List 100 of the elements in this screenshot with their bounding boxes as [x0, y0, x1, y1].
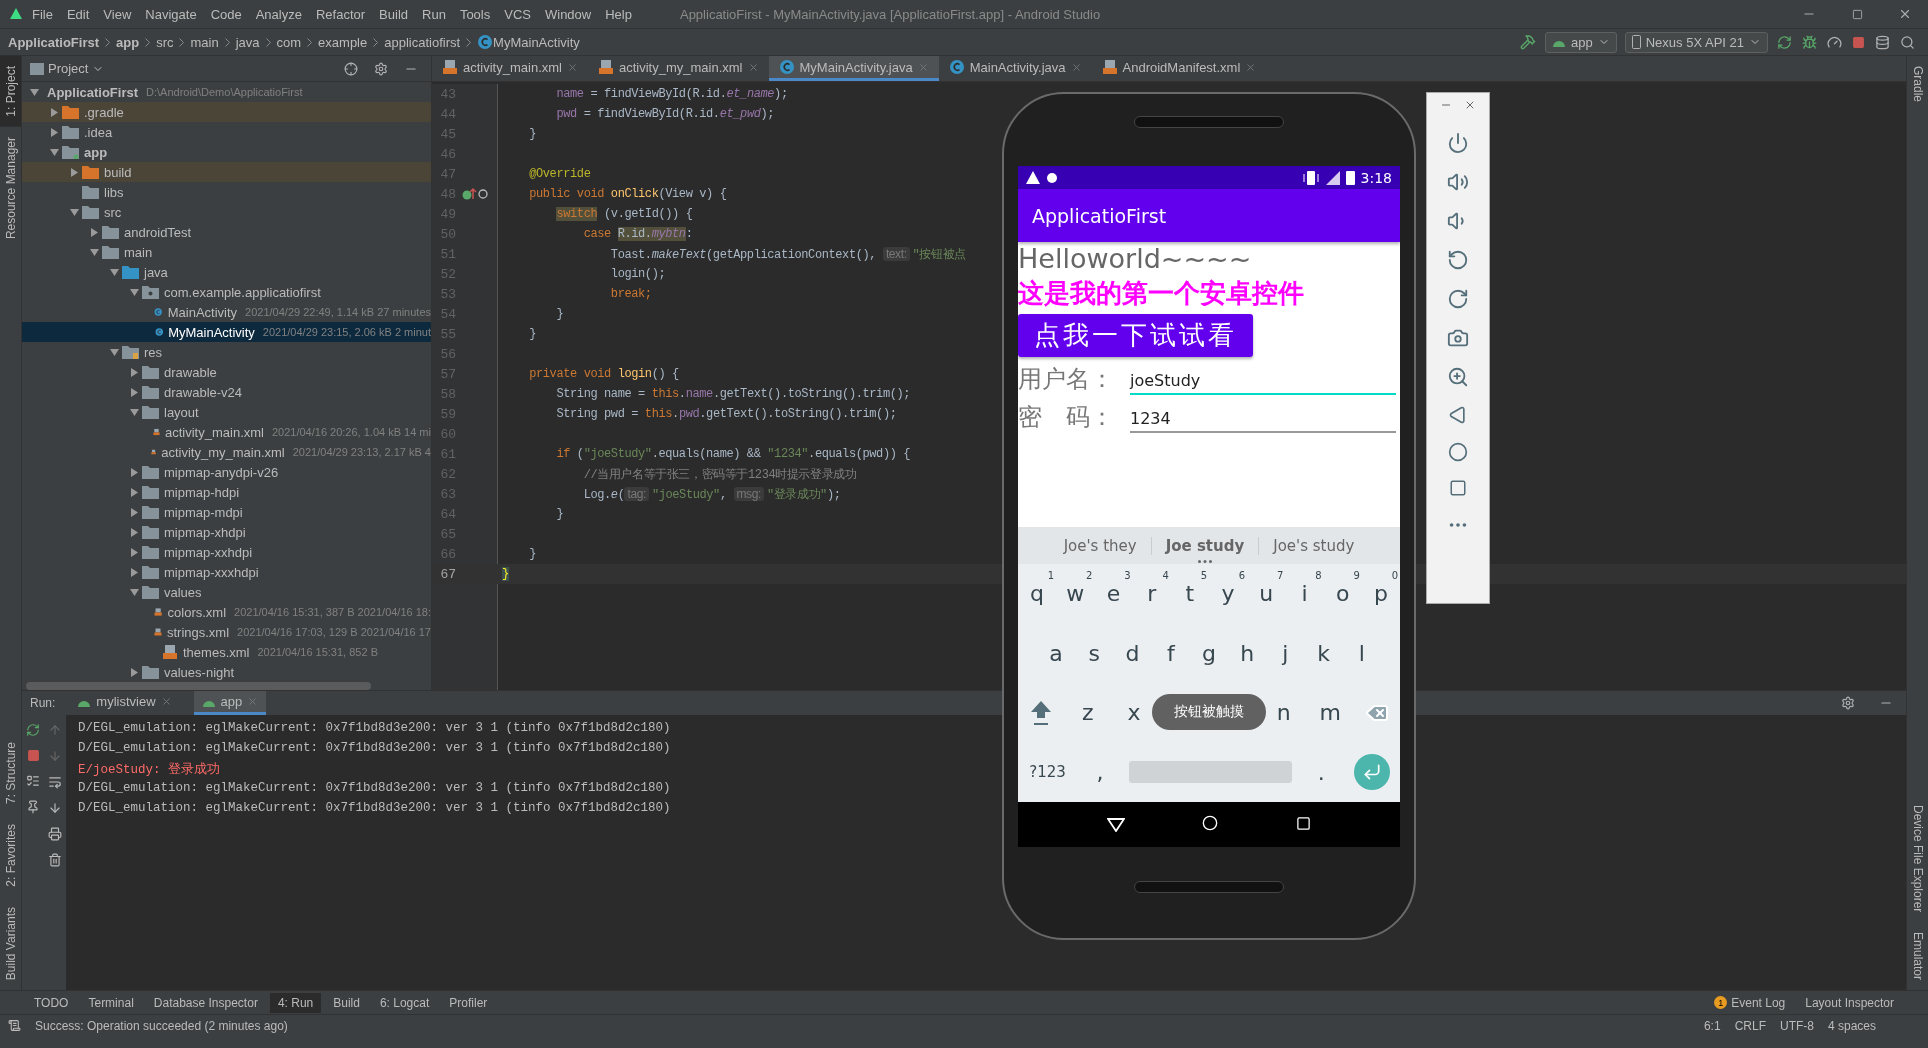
expanded-arrow-icon[interactable]: [89, 247, 99, 257]
keyboard-key[interactable]: i 8: [1285, 564, 1324, 624]
collapsed-arrow-icon[interactable]: [129, 507, 139, 517]
tree-row[interactable]: .gradle: [22, 102, 431, 122]
keyboard-key[interactable]: q 1: [1018, 564, 1057, 624]
expanded-arrow-icon[interactable]: [49, 147, 59, 157]
tool-window-tab[interactable]: Build: [325, 992, 368, 1013]
keyboard-key[interactable]: ?123: [1018, 742, 1078, 802]
try-button[interactable]: 点我一下试试看: [1018, 314, 1253, 357]
override-icon[interactable]: [462, 187, 488, 201]
tree-row[interactable]: values-night: [22, 662, 431, 682]
keyboard-key[interactable]: z: [1064, 683, 1111, 743]
collapsed-arrow-icon[interactable]: [129, 367, 139, 377]
keyboard-key[interactable]: e 3: [1094, 564, 1133, 624]
tool-window-tab[interactable]: Layout Inspector: [1797, 992, 1902, 1013]
tree-row[interactable]: mipmap-xxhdpi: [22, 542, 431, 562]
tree-row[interactable]: java: [22, 262, 431, 282]
tree-row[interactable]: MyMainActivity 2021/04/29 23:15, 2.06 kB 2 minut: [22, 322, 431, 342]
collapsed-arrow-icon[interactable]: [69, 167, 79, 177]
breadcrumb-item[interactable]: java: [235, 34, 260, 50]
collapsed-arrow-icon[interactable]: [129, 467, 139, 477]
breadcrumb-item[interactable]: applicatiofirst: [384, 34, 461, 50]
menu-item[interactable]: Window: [538, 3, 598, 25]
menu-item[interactable]: VCS: [498, 3, 537, 25]
menu-item[interactable]: Refactor: [309, 3, 372, 25]
keyboard-key[interactable]: h: [1228, 623, 1267, 683]
breadcrumb-item[interactable]: com: [276, 34, 302, 50]
tree-row[interactable]: activity_my_main.xml 2021/04/29 23:13, 2.17 kB 4: [22, 442, 431, 462]
keyboard-key[interactable]: u 7: [1247, 564, 1286, 624]
side-tab[interactable]: Gradle: [1907, 56, 1928, 113]
keyboard-key[interactable]: j: [1266, 623, 1305, 683]
side-tab[interactable]: 2: Favorites: [0, 814, 21, 897]
suggestion[interactable]: Joe's study: [1258, 536, 1369, 555]
project-view-dropdown[interactable]: Project: [30, 61, 105, 76]
tool-window-tab[interactable]: Database Inspector: [145, 992, 266, 1013]
tree-row[interactable]: themes.xml 2021/04/16 15:31, 852 B: [22, 642, 431, 662]
input-field[interactable]: joeStudy: [1130, 365, 1396, 395]
keyboard-key[interactable]: ,: [1077, 742, 1123, 802]
tree-row[interactable]: .idea: [22, 122, 431, 142]
menu-item[interactable]: Build: [373, 3, 414, 25]
collapsed-arrow-icon[interactable]: [129, 527, 139, 537]
breadcrumb-item[interactable]: example: [318, 34, 368, 50]
keyboard-key[interactable]: f: [1151, 623, 1190, 683]
tree-row[interactable]: mipmap-hdpi: [22, 482, 431, 502]
tool-window-tab[interactable]: Profiler: [441, 992, 496, 1013]
breadcrumb-item[interactable]: app: [116, 34, 140, 50]
status-item[interactable]: 4 spaces: [1827, 1018, 1876, 1033]
editor-tab[interactable]: MyMainActivity.java: [768, 56, 939, 81]
keyboard-key[interactable]: w 2: [1056, 564, 1095, 624]
tree-row[interactable]: src: [22, 202, 431, 222]
tree-row[interactable]: com.example.applicatiofirst: [22, 282, 431, 302]
tree-row[interactable]: androidTest: [22, 222, 431, 242]
breadcrumb-item[interactable]: main: [190, 34, 219, 50]
suggestion[interactable]: Joe's they: [1049, 536, 1151, 555]
tree-row[interactable]: mipmap-xxxhdpi: [22, 562, 431, 582]
keyboard-key[interactable]: k: [1304, 623, 1343, 683]
tree-row[interactable]: activity_main.xml 2021/04/16 20:26, 1.04 kB 14 mi: [22, 422, 431, 442]
menu-item[interactable]: View: [97, 3, 138, 25]
tree-row[interactable]: res: [22, 342, 431, 362]
status-item[interactable]: CRLF: [1734, 1018, 1766, 1033]
side-tab[interactable]: Device File Explorer: [1907, 794, 1928, 922]
menu-item[interactable]: Help: [599, 3, 638, 25]
collapsed-arrow-icon[interactable]: [129, 567, 139, 577]
close-icon[interactable]: [160, 696, 172, 707]
close-icon[interactable]: [1070, 61, 1082, 73]
suggestion[interactable]: Joe study: [1150, 536, 1259, 555]
menu-item[interactable]: File: [26, 3, 59, 25]
breadcrumb-item[interactable]: src: [156, 34, 174, 50]
run-tab[interactable]: mylistview: [69, 691, 180, 715]
menu-item[interactable]: Code: [204, 3, 248, 25]
keyboard-key[interactable]: d: [1113, 623, 1152, 683]
keyboard-key[interactable]: r 4: [1132, 564, 1171, 624]
menu-item[interactable]: Analyze: [249, 3, 308, 25]
breadcrumb-item[interactable]: MyMainActivity: [493, 34, 580, 50]
enter-key[interactable]: [1354, 754, 1390, 791]
device-dropdown[interactable]: Nexus 5X API 21: [1624, 31, 1768, 53]
collapsed-arrow-icon[interactable]: [49, 127, 59, 137]
editor-tab[interactable]: AndroidManifest.xml: [1091, 56, 1267, 81]
breadcrumb-item[interactable]: ApplicatioFirst: [8, 34, 99, 50]
expanded-arrow-icon[interactable]: [109, 347, 119, 357]
side-tab[interactable]: 7: Structure: [0, 732, 21, 815]
editor-tab[interactable]: activity_main.xml: [432, 56, 588, 81]
keyboard-key[interactable]: p 0: [1361, 564, 1400, 624]
tool-window-tab[interactable]: 6: Logcat: [371, 992, 438, 1013]
collapsed-arrow-icon[interactable]: [129, 667, 139, 677]
tree-row[interactable]: strings.xml 2021/04/16 17:03, 129 B 2021/04/16 17: [22, 622, 431, 642]
keyboard-key[interactable]: y 6: [1209, 564, 1248, 624]
keyboard-key[interactable]: a: [1037, 623, 1076, 683]
tree-row[interactable]: app: [22, 142, 431, 162]
collapsed-arrow-icon[interactable]: [129, 487, 139, 497]
run-config-dropdown[interactable]: app: [1545, 31, 1617, 53]
editor-tab[interactable]: MainActivity.java: [938, 56, 1092, 81]
tool-window-tab[interactable]: TODO: [26, 992, 77, 1013]
status-item[interactable]: UTF-8: [1779, 1018, 1814, 1033]
side-tab[interactable]: Emulator: [1907, 921, 1928, 990]
expanded-arrow-icon[interactable]: [69, 207, 79, 217]
expanded-arrow-icon[interactable]: [129, 407, 139, 417]
editor-tab[interactable]: activity_my_main.xml: [587, 56, 769, 81]
tool-window-tab[interactable]: Terminal: [80, 992, 142, 1013]
expanded-arrow-icon[interactable]: [129, 287, 139, 297]
